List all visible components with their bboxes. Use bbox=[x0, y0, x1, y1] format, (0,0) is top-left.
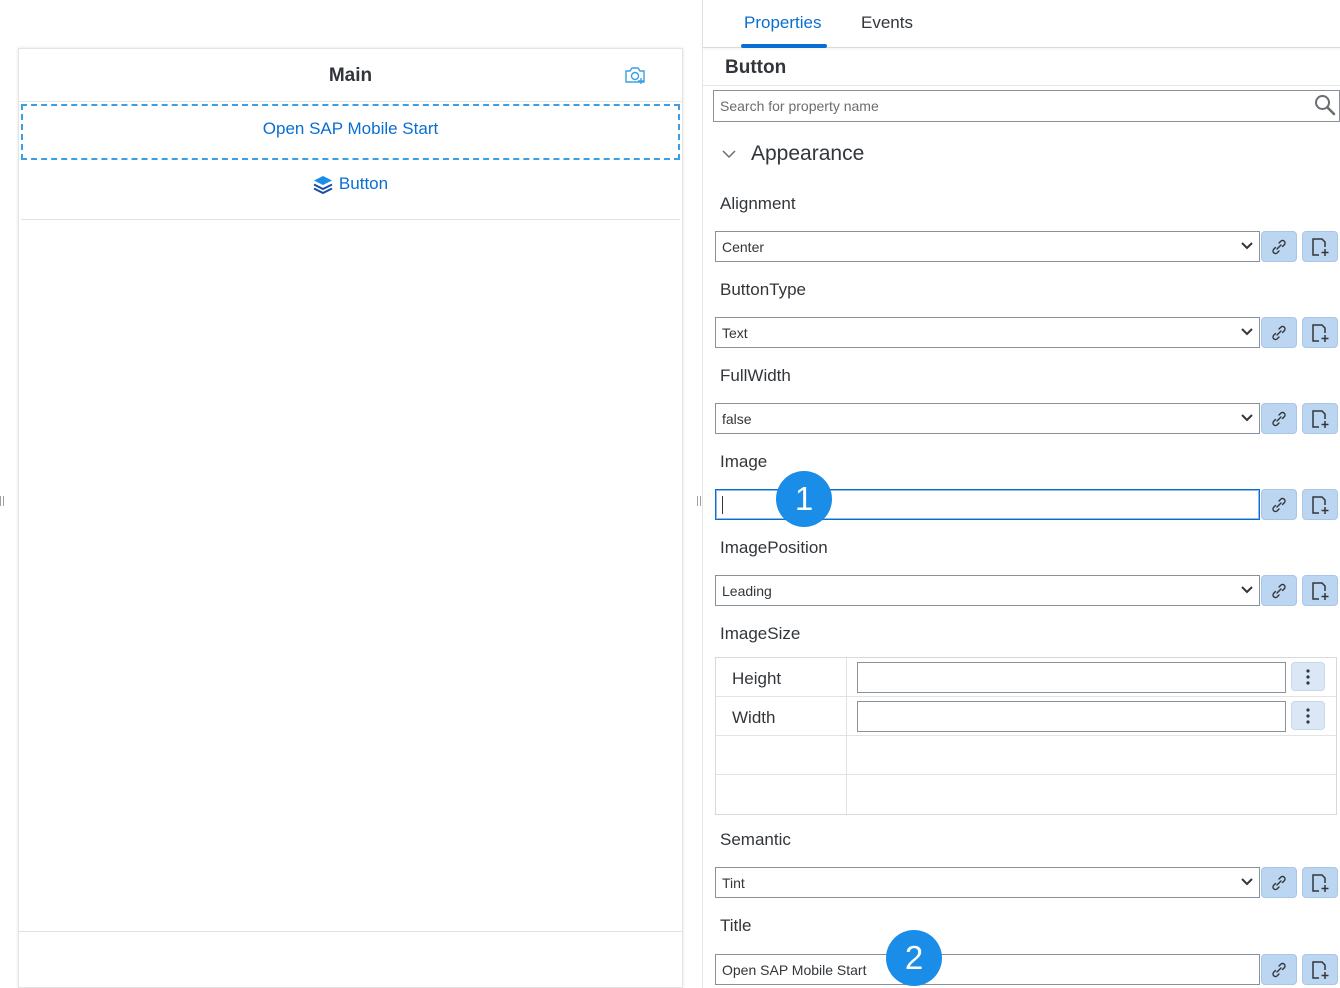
button-type-label: ButtonType bbox=[720, 280, 807, 299]
device-preview: Main Open SAP Mobile Start Button bbox=[18, 48, 683, 988]
full-width-label: FullWidth bbox=[720, 366, 791, 385]
dropdown-arrow-icon bbox=[1241, 328, 1253, 336]
new-file-icon bbox=[1312, 323, 1329, 342]
callout-badge-2: 2 bbox=[886, 930, 942, 986]
link-icon bbox=[1272, 497, 1286, 512]
semantic-value: Tint bbox=[722, 875, 745, 891]
panel-tabs: Properties Events bbox=[703, 0, 1340, 48]
page-title: Main bbox=[328, 65, 373, 86]
appearance-group-header[interactable]: Appearance bbox=[721, 142, 864, 166]
tab-events[interactable]: Events bbox=[861, 13, 913, 33]
panel-splitter-handle[interactable] bbox=[697, 496, 701, 506]
search-placeholder: Search for property name bbox=[720, 98, 879, 114]
link-icon bbox=[1272, 239, 1286, 254]
appearance-group-title: Appearance bbox=[751, 142, 865, 165]
full-width-select[interactable]: false bbox=[715, 403, 1260, 434]
image-position-select[interactable]: Leading bbox=[715, 575, 1260, 606]
semantic-bind-button[interactable] bbox=[1261, 867, 1297, 898]
title-value: Open SAP Mobile Start bbox=[722, 962, 867, 978]
left-splitter-handle[interactable] bbox=[0, 496, 4, 506]
link-icon bbox=[1272, 875, 1286, 890]
new-file-icon bbox=[1312, 960, 1329, 979]
alignment-value: Center bbox=[722, 239, 765, 255]
link-icon bbox=[1272, 411, 1286, 426]
semantic-new-rule-button[interactable] bbox=[1302, 867, 1338, 898]
selected-button-row[interactable]: Open SAP Mobile Start bbox=[21, 104, 680, 160]
title-bind-button[interactable] bbox=[1261, 954, 1297, 985]
image-position-label: ImagePosition bbox=[720, 538, 828, 557]
control-type-title: Button bbox=[725, 57, 787, 78]
full-width-bind-button[interactable] bbox=[1261, 403, 1297, 434]
full-width-new-rule-button[interactable] bbox=[1302, 403, 1338, 434]
height-label: Height bbox=[732, 669, 782, 688]
search-icon[interactable] bbox=[1313, 93, 1337, 117]
page-canvas: Main Open SAP Mobile Start Button bbox=[0, 0, 701, 988]
width-input[interactable] bbox=[857, 701, 1286, 732]
dropdown-arrow-icon bbox=[1241, 414, 1253, 422]
column-divider bbox=[846, 736, 847, 774]
dropdown-arrow-icon bbox=[1241, 586, 1253, 594]
height-more-button[interactable] bbox=[1291, 662, 1325, 691]
more-vertical-icon bbox=[1306, 707, 1310, 724]
button-type-new-rule-button[interactable] bbox=[1302, 317, 1338, 348]
new-file-icon bbox=[1312, 495, 1329, 514]
link-icon bbox=[1272, 962, 1286, 977]
alignment-new-rule-button[interactable] bbox=[1302, 231, 1338, 262]
image-position-value: Leading bbox=[722, 583, 772, 599]
column-divider bbox=[846, 658, 847, 696]
image-size-label: ImageSize bbox=[720, 624, 801, 643]
active-tab-indicator bbox=[741, 44, 827, 48]
property-search-input[interactable]: Search for property name bbox=[713, 90, 1340, 122]
new-file-icon bbox=[1312, 581, 1329, 600]
new-file-icon bbox=[1312, 873, 1329, 892]
selected-button-label: Open SAP Mobile Start bbox=[262, 119, 439, 138]
alignment-select[interactable]: Center bbox=[715, 231, 1260, 262]
width-more-button[interactable] bbox=[1291, 701, 1325, 730]
column-divider bbox=[846, 697, 847, 735]
alignment-bind-button[interactable] bbox=[1261, 231, 1297, 262]
new-file-icon bbox=[1312, 237, 1329, 256]
title-divider bbox=[703, 85, 1340, 86]
text-caret bbox=[722, 496, 723, 514]
image-bind-button[interactable] bbox=[1261, 489, 1297, 520]
title-new-rule-button[interactable] bbox=[1302, 954, 1338, 985]
image-new-rule-button[interactable] bbox=[1302, 489, 1338, 520]
button-label: Button bbox=[338, 174, 389, 193]
height-input[interactable] bbox=[857, 662, 1286, 693]
page-header: Main bbox=[19, 49, 682, 102]
alignment-label: Alignment bbox=[720, 194, 796, 213]
callout-badge-1: 1 bbox=[776, 471, 832, 527]
tab-properties[interactable]: Properties bbox=[744, 13, 821, 33]
dropdown-arrow-icon bbox=[1241, 242, 1253, 250]
new-file-icon bbox=[1312, 409, 1329, 428]
title-input[interactable]: Open SAP Mobile Start bbox=[715, 954, 1260, 985]
image-size-row-height: Height bbox=[716, 658, 1336, 697]
link-icon bbox=[1272, 325, 1286, 340]
camera-add-icon[interactable] bbox=[624, 65, 646, 85]
link-icon bbox=[1272, 583, 1286, 598]
image-label: Image bbox=[720, 452, 768, 471]
semantic-select[interactable]: Tint bbox=[715, 867, 1260, 898]
button-type-value: Text bbox=[722, 325, 748, 341]
column-divider bbox=[846, 775, 847, 814]
layers-icon bbox=[313, 176, 333, 195]
more-vertical-icon bbox=[1306, 668, 1310, 685]
width-label: Width bbox=[732, 708, 776, 727]
image-size-row-width: Width bbox=[716, 697, 1336, 736]
title-label: Title bbox=[720, 916, 752, 935]
dropdown-arrow-icon bbox=[1241, 878, 1253, 886]
image-size-table: Height Width bbox=[715, 657, 1337, 815]
image-position-bind-button[interactable] bbox=[1261, 575, 1297, 606]
semantic-label: Semantic bbox=[720, 830, 791, 849]
button-type-select[interactable]: Text bbox=[715, 317, 1260, 348]
image-position-new-rule-button[interactable] bbox=[1302, 575, 1338, 606]
app-root: Main Open SAP Mobile Start Button Proper… bbox=[0, 0, 1340, 988]
chevron-down-icon bbox=[722, 150, 736, 159]
button-row[interactable]: Button bbox=[21, 162, 680, 220]
page-footer bbox=[19, 931, 682, 987]
image-size-row-empty bbox=[716, 775, 1336, 814]
button-type-bind-button[interactable] bbox=[1261, 317, 1297, 348]
image-size-row-empty bbox=[716, 736, 1336, 775]
full-width-value: false bbox=[722, 411, 752, 427]
